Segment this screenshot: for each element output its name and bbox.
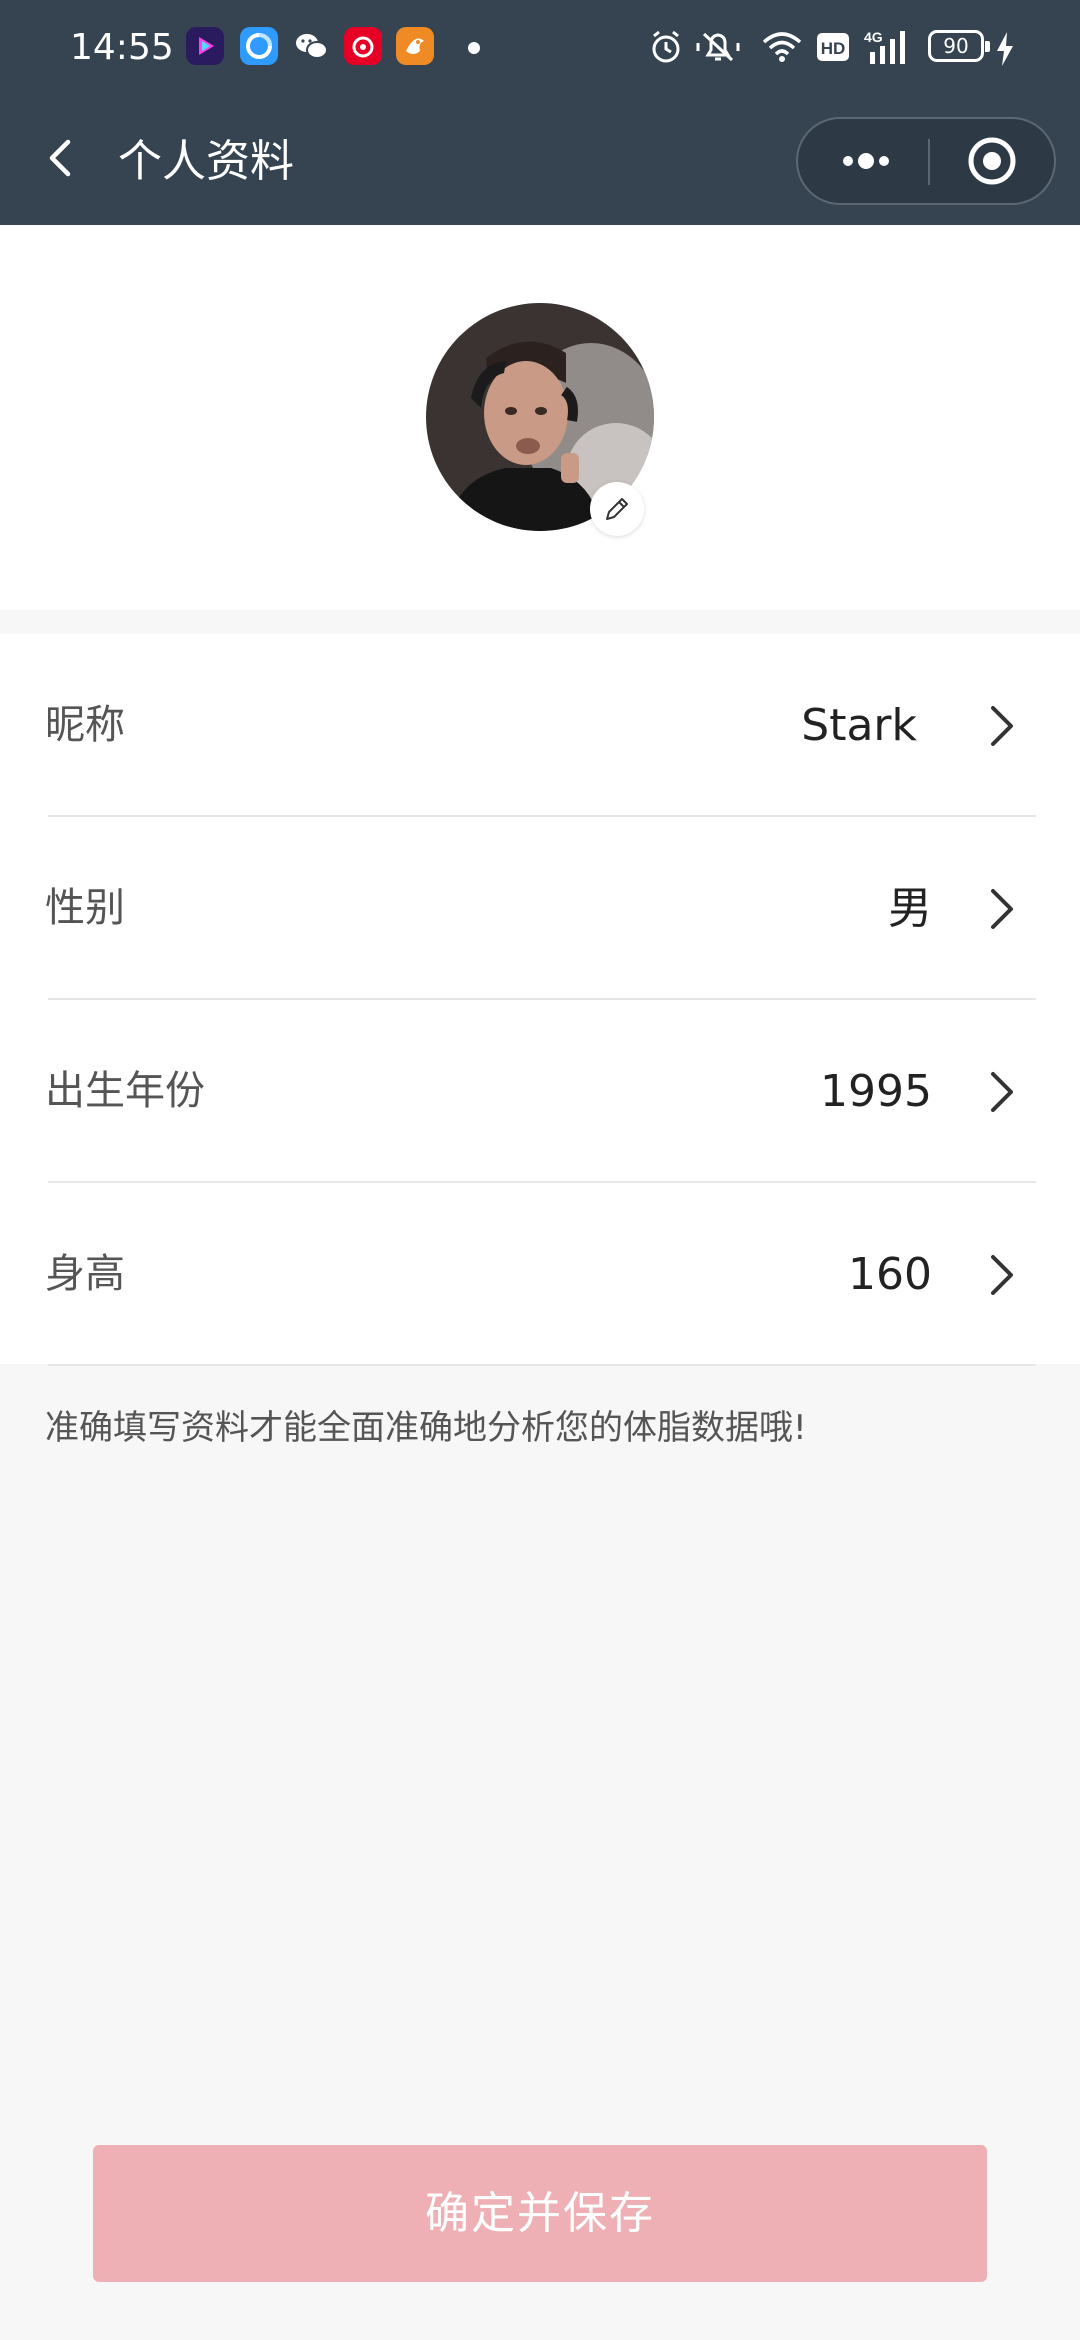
battery-icon: 90 — [928, 30, 990, 62]
charging-icon — [994, 30, 1016, 68]
mute-icon — [694, 28, 742, 66]
more-dots-icon — [843, 153, 889, 169]
nickname-row[interactable]: 昵称 Stark — [0, 634, 1080, 817]
nickname-value: Stark — [801, 700, 917, 751]
status-time: 14:55 — [70, 27, 174, 68]
pencil-icon — [606, 498, 628, 520]
chevron-right-icon — [991, 1255, 1013, 1295]
birth-year-row[interactable]: 出生年份 1995 — [0, 1000, 1080, 1183]
game-app-icon — [396, 27, 434, 65]
save-button[interactable]: 确定并保存 — [93, 2145, 987, 2282]
browser-app-icon — [240, 27, 278, 65]
close-mini-program-button[interactable] — [950, 131, 1034, 191]
chevron-right-icon — [991, 706, 1013, 746]
height-value: 160 — [848, 1249, 932, 1300]
chevron-right-icon — [991, 889, 1013, 929]
gender-value: 男 — [888, 883, 932, 934]
more-menu-button[interactable] — [818, 131, 914, 191]
alarm-icon — [648, 28, 684, 66]
signal-4g-icon: 4G — [862, 28, 912, 66]
mini-program-capsule — [796, 117, 1056, 205]
wechat-icon — [292, 27, 330, 65]
netease-music-icon — [344, 27, 382, 65]
hint-text: 准确填写资料才能全面准确地分析您的体脂数据哦! — [45, 1408, 807, 1448]
edit-avatar-button[interactable] — [590, 482, 644, 536]
target-icon — [968, 137, 1016, 185]
svg-text:HD: HD — [821, 39, 846, 58]
birth-year-label: 出生年份 — [45, 1068, 205, 1114]
video-app-icon — [186, 27, 224, 65]
birth-year-value: 1995 — [820, 1066, 932, 1117]
chevron-right-icon — [991, 1072, 1013, 1112]
header: 14:55 HD 4G 90 个人资料 — [0, 0, 1080, 225]
svg-text:4G: 4G — [864, 29, 883, 45]
gender-row[interactable]: 性别 男 — [0, 817, 1080, 1000]
height-label: 身高 — [45, 1251, 125, 1297]
nickname-label: 昵称 — [45, 702, 125, 748]
avatar-section — [0, 225, 1080, 610]
chevron-left-icon — [49, 139, 71, 177]
page-title: 个人资料 — [118, 136, 294, 187]
back-button[interactable] — [30, 128, 90, 188]
gender-label: 性别 — [45, 885, 125, 931]
notification-dot — [468, 42, 480, 54]
capsule-divider — [928, 139, 930, 185]
row-divider — [48, 1364, 1036, 1366]
wifi-icon — [760, 28, 804, 66]
height-row[interactable]: 身高 160 — [0, 1183, 1080, 1366]
profile-fields-list: 昵称 Stark 性别 男 出生年份 1995 身高 160 — [0, 634, 1080, 1366]
hd-icon: HD — [816, 28, 850, 66]
